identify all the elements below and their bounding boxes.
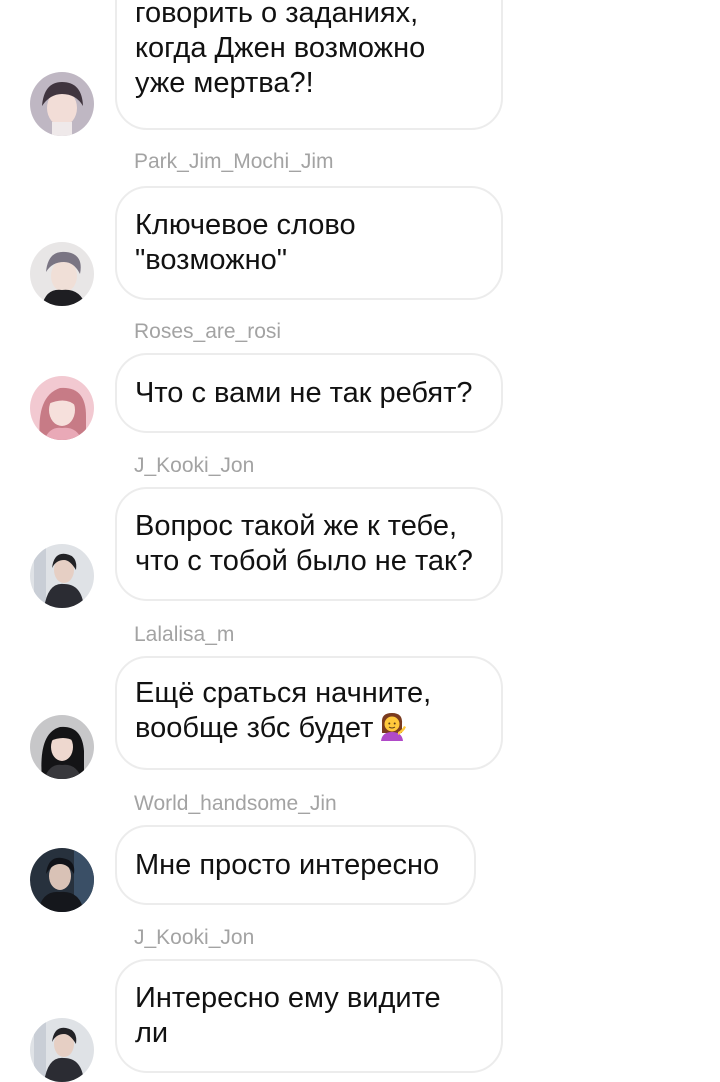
avatar-suga-icon[interactable] — [30, 72, 94, 136]
message-line: когда Джен возможно — [135, 31, 426, 64]
avatar-jin-icon[interactable] — [30, 848, 94, 912]
avatar-rose-icon[interactable] — [30, 376, 94, 440]
message-line: Мне просто интересно — [135, 848, 440, 881]
message-bubble[interactable]: Ещё сраться начните, вообще збс будет — [115, 656, 503, 770]
sender-name[interactable]: J_Kooki_Jon — [134, 454, 254, 478]
message-line: Что с вами не так ребят? — [135, 376, 473, 409]
sender-name[interactable]: Lalalisa_m — [134, 623, 234, 647]
message-line: Интересно ему видите — [135, 982, 441, 1014]
message-line: говорить о заданиях, — [135, 0, 419, 29]
sender-name[interactable]: Park_Jim_Mochi_Jim — [134, 150, 334, 174]
message-line: Вопрос такой же к тебе, — [135, 510, 458, 542]
message-line: вообще збс будет — [135, 711, 483, 750]
chat-thread: говорить о заданиях, когда Джен возможно… — [0, 0, 720, 1082]
message-bubble[interactable]: Ключевое слово "возможно" — [115, 186, 503, 300]
sender-name[interactable]: Roses_are_rosi — [134, 320, 281, 344]
message-line: уже мертва?! — [135, 66, 314, 99]
message-bubble[interactable]: говорить о заданиях, когда Джен возможно… — [115, 0, 503, 130]
message-line: что с тобой было не так? — [135, 545, 473, 577]
message-bubble[interactable]: Что с вами не так ребят? — [115, 353, 503, 433]
message-line: Ключевое слово — [135, 209, 356, 241]
avatar-lisa-icon[interactable] — [30, 715, 94, 779]
message-text: вообще збс будет — [135, 712, 374, 744]
avatar-jungkook-icon[interactable] — [30, 1018, 94, 1082]
sender-name[interactable]: World_handsome_Jin — [134, 792, 337, 816]
avatar-jungkook-icon[interactable] — [30, 544, 94, 608]
message-bubble[interactable]: Интересно ему видите ли — [115, 959, 503, 1073]
avatar-jimin-icon[interactable] — [30, 242, 94, 306]
message-line: ли — [135, 1017, 169, 1049]
sender-name[interactable]: J_Kooki_Jon — [134, 926, 254, 950]
message-bubble[interactable]: Вопрос такой же к тебе, что с тобой было… — [115, 487, 503, 601]
message-line: Ещё сраться начните, — [135, 677, 432, 709]
message-bubble[interactable]: Мне просто интересно — [115, 825, 476, 905]
message-line: "возможно" — [135, 244, 288, 276]
person-tipping-hand-emoji — [377, 711, 407, 750]
